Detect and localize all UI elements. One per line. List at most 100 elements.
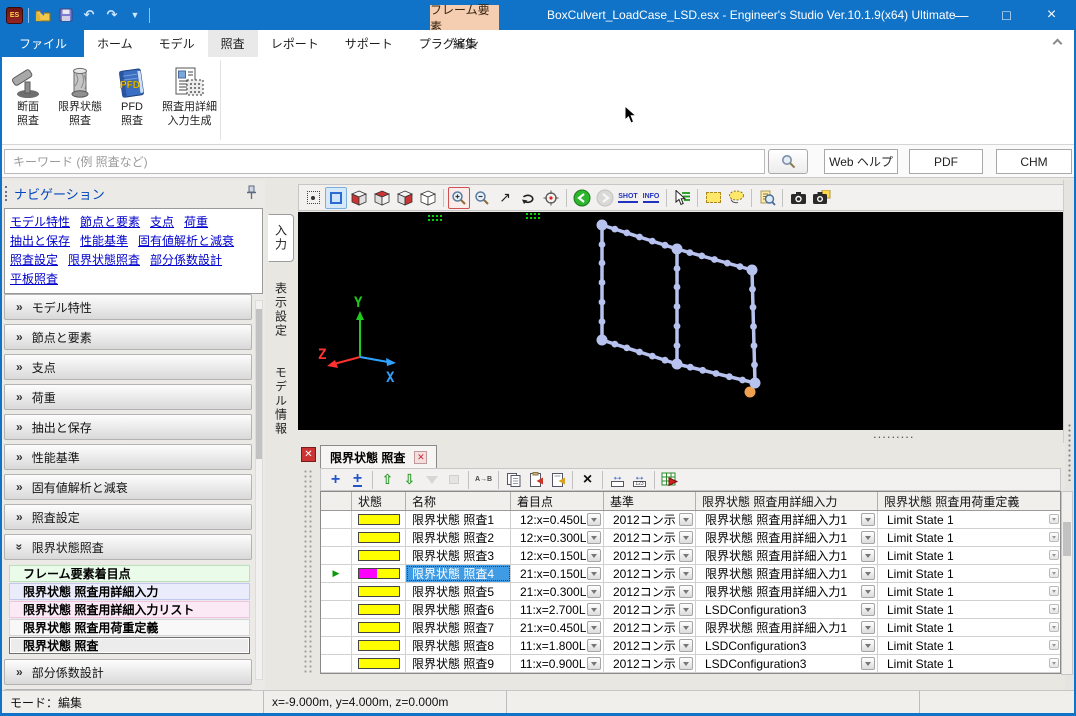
nav-link[interactable]: 固有値解析と減衰	[138, 232, 234, 251]
dropdown-icon[interactable]	[861, 585, 875, 598]
dropdown-icon[interactable]	[1049, 586, 1059, 596]
accordion-section-6[interactable]: »性能基準	[4, 444, 252, 470]
dropdown-icon[interactable]	[861, 657, 875, 670]
center-view-icon[interactable]	[540, 187, 562, 209]
nav-subitem[interactable]: 限界状態 照査用荷重定義	[9, 619, 250, 636]
accordion-section-8[interactable]: »照査設定	[4, 504, 252, 530]
dropdown-icon[interactable]	[1049, 658, 1059, 668]
dropdown-icon[interactable]	[1049, 532, 1059, 542]
navigation-scrollbar[interactable]	[255, 300, 263, 680]
standard-cell[interactable]: 2012コン示	[604, 529, 696, 546]
load-definition-cell[interactable]: Limit State 1	[878, 565, 1060, 582]
nav-link[interactable]: 性能基準	[80, 232, 128, 251]
model-viewport[interactable]: YZX	[298, 212, 1065, 430]
dropdown-icon[interactable]	[1049, 514, 1059, 524]
nav-link[interactable]: モデル特性	[10, 213, 70, 232]
ribbon-button-2[interactable]: 限界状態照査	[54, 59, 106, 141]
screenshot-icon[interactable]	[787, 187, 809, 209]
dropdown-icon[interactable]	[587, 621, 601, 634]
focus-point-cell[interactable]: 12:x=0.450L	[511, 511, 604, 528]
focus-point-cell[interactable]: 11:x=2.700L	[511, 601, 604, 618]
dropdown-icon[interactable]	[861, 549, 875, 562]
status-cell[interactable]	[352, 511, 406, 528]
nav-link[interactable]: 節点と要素	[80, 213, 140, 232]
search-button[interactable]	[768, 149, 808, 174]
web-help-button[interactable]: Web ヘルプ	[824, 149, 898, 174]
dropdown-icon[interactable]	[587, 657, 601, 670]
redo-icon[interactable]: ↷	[103, 5, 121, 25]
detail-input-cell[interactable]: LSDConfiguration3	[696, 601, 878, 618]
quick-access-dropdown-icon[interactable]: ▼	[126, 5, 144, 25]
load-definition-cell[interactable]: Limit State 1	[878, 619, 1060, 636]
dropdown-icon[interactable]	[679, 621, 693, 634]
column-header-4[interactable]: 着目点	[511, 492, 604, 510]
focus-point-cell[interactable]: 11:x=0.900L	[511, 655, 604, 672]
dropdown-icon[interactable]	[587, 603, 601, 616]
name-cell[interactable]: 限界状態 照査4	[406, 565, 511, 582]
horizontal-splitter[interactable]: .........	[298, 430, 1065, 443]
column-header-1[interactable]	[321, 492, 352, 510]
column-header-7[interactable]: 限界状態 照査用荷重定義	[878, 492, 1060, 510]
dropdown-icon[interactable]	[1049, 604, 1059, 614]
standard-cell[interactable]: 2012コン示	[604, 547, 696, 564]
dropdown-icon[interactable]	[679, 603, 693, 616]
rotate-view-icon[interactable]	[517, 187, 539, 209]
shot-icon[interactable]: SHOT	[617, 187, 639, 209]
dropdown-icon[interactable]	[1049, 622, 1059, 632]
info-icon[interactable]: INFO	[640, 187, 662, 209]
ribbon-tab-5[interactable]: レポート	[258, 30, 332, 57]
lasso-select-icon[interactable]	[725, 187, 747, 209]
zoom-in-icon[interactable]	[448, 187, 470, 209]
rect-select-icon[interactable]	[702, 187, 724, 209]
focus-point-cell[interactable]: 12:x=0.150L	[511, 547, 604, 564]
column-header-6[interactable]: 限界状態 照査用詳細入力	[696, 492, 878, 510]
standard-cell[interactable]: 2012コン示	[604, 511, 696, 528]
fit-column-width-icon[interactable]: ↔	[607, 470, 628, 490]
ribbon-tab-8[interactable]: 編集	[432, 30, 498, 57]
paste-insert-icon[interactable]	[547, 470, 568, 490]
view-front-icon[interactable]	[394, 187, 416, 209]
focus-point-cell[interactable]: 21:x=0.450L	[511, 619, 604, 636]
ribbon-button-4[interactable]: 照査用詳細入力生成	[158, 59, 221, 141]
pin-icon[interactable]	[246, 185, 257, 203]
panel-tab[interactable]: 限界状態 照査 ✕	[320, 445, 437, 468]
standard-cell[interactable]: 2012コン示	[604, 655, 696, 672]
accordion-section-9[interactable]: »限界状態照査	[4, 534, 252, 560]
drag-grip-icon[interactable]	[5, 186, 8, 201]
status-cell[interactable]	[352, 547, 406, 564]
dock-tab-1[interactable]: 入力	[268, 214, 294, 262]
paste-icon[interactable]	[525, 470, 546, 490]
dropdown-icon[interactable]	[1049, 568, 1059, 578]
move-down-icon[interactable]: ⇩	[399, 470, 420, 490]
auto-rename-icon[interactable]: A→B	[473, 470, 494, 490]
standard-cell[interactable]: 2012コン示	[604, 601, 696, 618]
name-cell[interactable]: 限界状態 照査5	[406, 583, 511, 600]
name-cell[interactable]: 限界状態 照査1	[406, 511, 511, 528]
view-iso-icon[interactable]	[348, 187, 370, 209]
dropdown-icon[interactable]	[861, 639, 875, 652]
dropdown-icon[interactable]	[679, 531, 693, 544]
status-cell[interactable]	[352, 583, 406, 600]
minimize-button[interactable]: —	[939, 0, 984, 30]
dropdown-icon[interactable]	[587, 567, 601, 580]
dropdown-icon[interactable]	[679, 549, 693, 562]
detail-input-cell[interactable]: 限界状態 照査用詳細入力1	[696, 619, 878, 636]
panel-grip-icon[interactable]	[303, 469, 314, 674]
zoom-out-icon[interactable]	[471, 187, 493, 209]
focus-point-cell[interactable]: 21:x=0.150L	[511, 565, 604, 582]
maximize-button[interactable]: □	[984, 0, 1029, 30]
name-cell[interactable]: 限界状態 照査3	[406, 547, 511, 564]
nav-link[interactable]: 限界状態照査	[68, 251, 140, 270]
pdf-help-button[interactable]: PDF	[909, 149, 983, 174]
nav-link[interactable]: 荷重	[184, 213, 208, 232]
scrollbar-thumb[interactable]	[1063, 522, 1071, 556]
accordion-section-4[interactable]: »荷重	[4, 384, 252, 410]
close-button[interactable]: ×	[1029, 0, 1074, 30]
save-icon[interactable]	[57, 5, 75, 25]
standard-cell[interactable]: 2012コン示	[604, 619, 696, 636]
detail-input-cell[interactable]: LSDConfiguration3	[696, 655, 878, 672]
dock-tab-3[interactable]: モデル情報	[268, 356, 294, 446]
status-cell[interactable]	[352, 655, 406, 672]
dropdown-icon[interactable]	[587, 585, 601, 598]
dropdown-icon[interactable]	[679, 513, 693, 526]
